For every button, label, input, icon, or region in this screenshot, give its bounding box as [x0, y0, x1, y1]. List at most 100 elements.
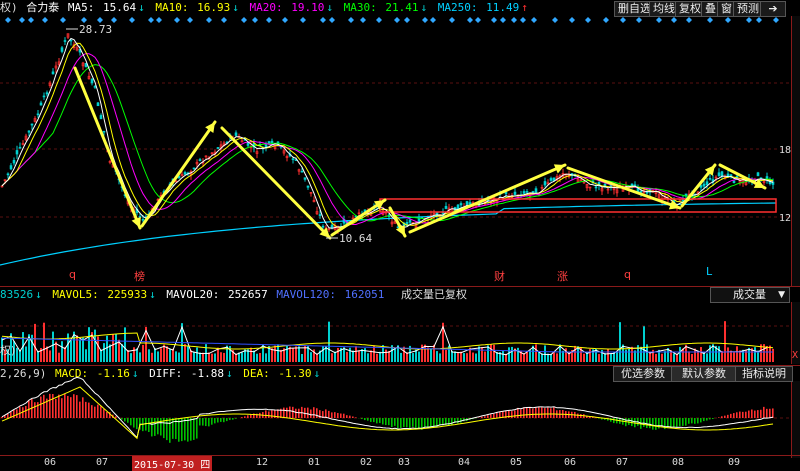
- volume-bar: [385, 350, 387, 362]
- macd-histogram-bar: [223, 418, 225, 422]
- volume-bar: [706, 353, 708, 362]
- macd-histogram-bar: [403, 418, 405, 427]
- volume-bar: [457, 353, 459, 362]
- volume-bar: [427, 347, 429, 362]
- volume-bar: [508, 347, 510, 362]
- dea-value: -1.30↓: [278, 367, 322, 380]
- ma30-line: [2, 65, 773, 221]
- macd-histogram-bar: [121, 418, 123, 420]
- event-diamond-icon: [187, 17, 193, 23]
- event-marker-q[interactable]: q: [69, 268, 76, 281]
- volume-bar: [517, 348, 519, 362]
- volume-bar: [286, 345, 288, 362]
- volume-bar: [436, 351, 438, 362]
- event-marker-l[interactable]: L: [706, 265, 712, 278]
- macd-histogram-bar: [58, 395, 60, 418]
- event-marker-bang[interactable]: 榜: [134, 268, 145, 284]
- time-tick: 04: [458, 457, 470, 468]
- volume-bar: [466, 353, 468, 362]
- time-tick: 07: [616, 457, 628, 468]
- macd-histogram-bar: [394, 418, 396, 426]
- volume-bar: [556, 353, 558, 362]
- macd-histogram-bar: [208, 418, 210, 426]
- candle-body: [445, 206, 447, 208]
- volume-bar: [184, 344, 186, 362]
- candle-body: [595, 187, 597, 188]
- candle-body: [199, 159, 201, 160]
- candle-body: [28, 131, 30, 132]
- macd-histogram-bar: [643, 418, 645, 427]
- default-params-button[interactable]: 默认参数: [671, 366, 737, 382]
- volume-bar: [736, 346, 738, 362]
- macd-histogram-bar: [418, 418, 420, 429]
- macd-histogram-bar: [151, 418, 153, 436]
- candle-body: [16, 150, 18, 154]
- event-diamond-icon: [266, 17, 272, 23]
- macd-histogram-bar: [673, 418, 675, 427]
- macd-histogram-bar: [103, 409, 105, 418]
- volume-note: 成交量已复权: [401, 288, 467, 301]
- volume-bar: [196, 348, 198, 362]
- macd-histogram-bar: [538, 407, 540, 418]
- macd-histogram-bar: [271, 410, 273, 418]
- volume-bar: [754, 347, 756, 362]
- event-diamond-icon: [707, 17, 713, 23]
- candle-body: [103, 131, 105, 132]
- volume-bar: [49, 350, 51, 362]
- time-tick: 03: [398, 457, 410, 468]
- macd-histogram-bar: [307, 408, 309, 418]
- event-diamond-icon: [511, 17, 517, 23]
- volume-bar: [412, 353, 414, 362]
- macd-histogram-bar: [364, 418, 366, 420]
- event-diamond-icon: [404, 17, 410, 23]
- event-marker-cai[interactable]: 财: [494, 268, 505, 284]
- macd-histogram-bar: [241, 417, 243, 418]
- indicator-help-button[interactable]: 指标说明: [735, 366, 793, 382]
- volume-bar: [661, 354, 663, 362]
- macd-histogram-bar: [91, 405, 93, 418]
- event-diamond-icon: [221, 17, 227, 23]
- event-diamond-icon: [148, 17, 154, 23]
- volume-bar: [130, 353, 132, 362]
- event-diamond-icon: [252, 17, 258, 23]
- macd-histogram-bar: [328, 411, 330, 418]
- volume-bar: [718, 346, 720, 362]
- volume-bar: [16, 348, 18, 362]
- macd-histogram-bar: [190, 418, 192, 441]
- preferred-params-button[interactable]: 优选参数: [613, 366, 673, 382]
- macd-histogram-bar: [742, 412, 744, 418]
- volume-bar: [331, 353, 333, 362]
- macd-histogram-bar: [94, 407, 96, 418]
- macd-histogram-bar: [214, 418, 216, 423]
- candle-body: [505, 192, 507, 194]
- volume-bar: [253, 351, 255, 362]
- volume-bar: [55, 342, 57, 362]
- mavol120-line: [2, 338, 773, 352]
- event-marker-zhang[interactable]: 涨: [557, 268, 568, 284]
- volume-bar: [88, 327, 90, 362]
- macd-histogram-bar: [346, 415, 348, 418]
- volume-bar: [79, 339, 81, 362]
- candle-body: [733, 181, 735, 183]
- candle-body: [7, 174, 9, 175]
- macd-histogram-bar: [49, 394, 51, 418]
- volume-bar: [127, 350, 129, 362]
- volume-bar: [202, 353, 204, 362]
- event-diamond-icon: [129, 17, 135, 23]
- event-marker-q2[interactable]: q: [624, 268, 631, 281]
- candle-body: [706, 182, 708, 185]
- event-diamond-icon: [620, 17, 626, 23]
- volume-bar: [322, 346, 324, 362]
- macd-histogram-bar: [700, 418, 702, 422]
- mavol5-value: 225933↓: [107, 288, 157, 301]
- event-diamond-row[interactable]: [5, 17, 779, 23]
- macd-histogram-bar: [127, 418, 129, 423]
- volume-bar: [82, 338, 84, 362]
- event-diamond-icon: [475, 17, 481, 23]
- macd-histogram-bar: [706, 418, 708, 421]
- kline-chart-canvas[interactable]: 28.73 10.64 18 12: [0, 0, 800, 466]
- volume-bar: [160, 348, 162, 362]
- indicator-selector-dropdown[interactable]: 成交量 ▼: [710, 287, 790, 303]
- macd-histogram-bar: [610, 418, 612, 422]
- macd-histogram-bar: [520, 409, 522, 418]
